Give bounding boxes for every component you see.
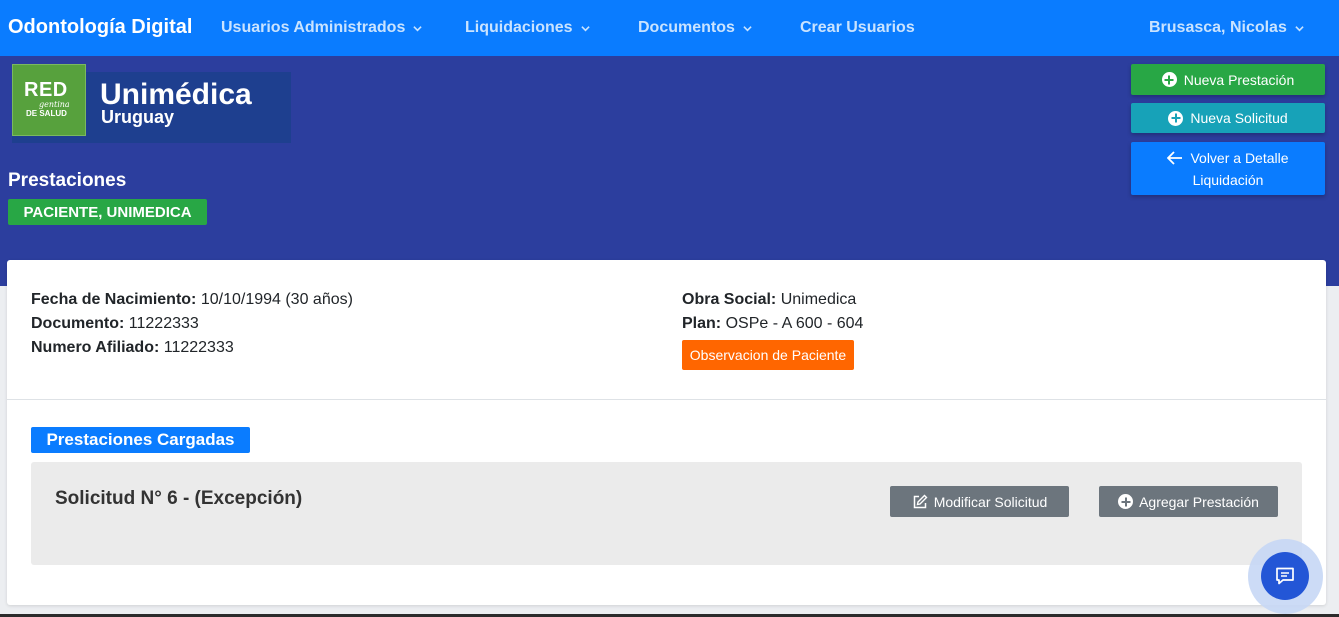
field-value: 11222333 bbox=[163, 339, 234, 356]
field-label: Numero Afiliado: bbox=[31, 339, 160, 356]
patient-name-badge: PACIENTE, UNIMEDICA bbox=[8, 199, 207, 225]
hero-header: RED gentina DE SALUD Unimédica Uruguay P… bbox=[0, 56, 1339, 286]
chevron-down-icon bbox=[1295, 25, 1304, 31]
button-label: Liquidación bbox=[1192, 171, 1264, 188]
nav-usuarios-administrados[interactable]: Usuarios Administrados bbox=[221, 19, 423, 37]
button-label: Agregar Prestación bbox=[1139, 493, 1259, 510]
field-value: Unimedica bbox=[780, 291, 857, 308]
user-name: Brusasca, Nicolas bbox=[1149, 19, 1287, 36]
solicitud-panel: Solicitud N° 6 - (Excepción) Modificar S… bbox=[31, 462, 1302, 565]
logo-unimedica-text: Unimédica bbox=[100, 78, 252, 111]
documento-row: Documento: 11222333 bbox=[31, 315, 199, 333]
agregar-prestacion-button[interactable]: Agregar Prestación bbox=[1099, 486, 1278, 517]
prestaciones-cargadas-badge: Prestaciones Cargadas bbox=[31, 427, 250, 453]
top-navbar: Odontología Digital Usuarios Administrad… bbox=[0, 0, 1339, 56]
edit-icon bbox=[913, 494, 928, 508]
button-label: Nueva Solicitud bbox=[1190, 110, 1288, 126]
fecha-nacimiento-row: Fecha de Nacimiento: 10/10/1994 (30 años… bbox=[31, 291, 353, 309]
button-label: Modificar Solicitud bbox=[933, 493, 1048, 510]
chevron-down-icon bbox=[580, 25, 590, 31]
field-label: Documento: bbox=[31, 315, 125, 332]
plus-circle-icon bbox=[1161, 72, 1177, 87]
field-label: Fecha de Nacimiento: bbox=[31, 291, 197, 308]
chevron-down-icon bbox=[413, 25, 423, 31]
nav-documentos[interactable]: Documentos bbox=[638, 19, 752, 37]
logo-red-text: RED bbox=[24, 79, 68, 101]
volver-detalle-liquidacion-button[interactable]: Volver a Detalle Liquidación bbox=[1131, 142, 1325, 195]
field-value: 10/10/1994 (30 años) bbox=[200, 291, 353, 308]
chat-button[interactable] bbox=[1261, 552, 1309, 600]
arrow-left-icon bbox=[1167, 150, 1183, 165]
modificar-solicitud-button[interactable]: Modificar Solicitud bbox=[890, 486, 1069, 517]
nav-crear-usuarios[interactable]: Crear Usuarios bbox=[800, 19, 915, 37]
nav-label: Usuarios Administrados bbox=[221, 19, 406, 36]
button-label-block: Volver a Detalle Liquidación bbox=[1167, 147, 1289, 191]
plan-row: Plan: OSPe - A 600 - 604 bbox=[682, 315, 863, 333]
plus-circle-icon bbox=[1168, 110, 1184, 126]
logo-gentina-text: gentina bbox=[39, 100, 70, 109]
logo-uruguay-text: Uruguay bbox=[101, 107, 175, 127]
logo-salud-text: DE SALUD bbox=[26, 109, 67, 118]
brand-link[interactable]: Odontología Digital bbox=[8, 16, 192, 39]
field-value: OSPe - A 600 - 604 bbox=[725, 315, 864, 332]
page-title: Prestaciones bbox=[8, 170, 127, 191]
field-value: 11222333 bbox=[128, 315, 199, 332]
nav-liquidaciones[interactable]: Liquidaciones bbox=[465, 19, 590, 37]
nav-label: Documentos bbox=[638, 19, 735, 36]
button-label: Volver a Detalle bbox=[1190, 149, 1289, 166]
button-label: Nueva Prestación bbox=[1183, 71, 1295, 88]
nav-user-menu[interactable]: Brusasca, Nicolas bbox=[1149, 19, 1304, 37]
field-label: Obra Social: bbox=[682, 291, 777, 308]
chevron-down-icon bbox=[743, 25, 752, 31]
red-argentina-unimedica-logo: RED gentina DE SALUD Unimédica Uruguay bbox=[12, 64, 291, 144]
observacion-paciente-button[interactable]: Observacion de Paciente bbox=[682, 340, 854, 370]
nav-label: Crear Usuarios bbox=[800, 19, 915, 36]
button-label-line: Volver a Detalle bbox=[1167, 147, 1289, 169]
nav-label: Liquidaciones bbox=[465, 19, 573, 36]
plus-circle-icon bbox=[1118, 494, 1134, 509]
patient-card: Fecha de Nacimiento: 10/10/1994 (30 años… bbox=[7, 260, 1326, 605]
numero-afiliado-row: Numero Afiliado: 11222333 bbox=[31, 339, 234, 357]
solicitud-title: Solicitud N° 6 - (Excepción) bbox=[55, 488, 303, 509]
nueva-solicitud-button[interactable]: Nueva Solicitud bbox=[1131, 103, 1325, 133]
obra-social-row: Obra Social: Unimedica bbox=[682, 291, 856, 309]
nueva-prestacion-button[interactable]: Nueva Prestación bbox=[1131, 64, 1325, 95]
field-label: Plan: bbox=[682, 315, 722, 332]
chat-bubble-icon bbox=[1276, 567, 1294, 585]
card-divider bbox=[7, 399, 1326, 400]
